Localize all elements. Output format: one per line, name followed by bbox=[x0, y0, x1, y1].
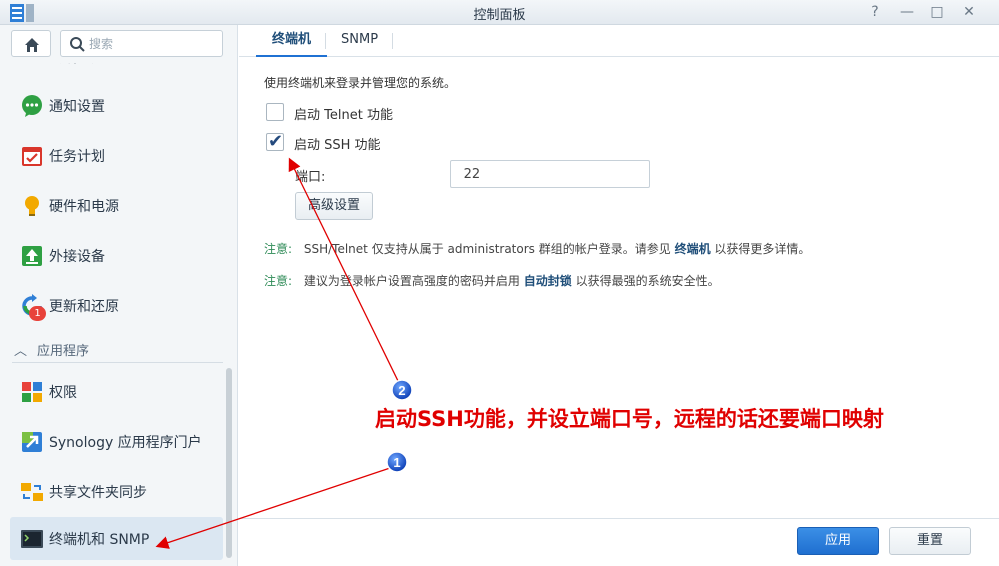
sidebar-item-app-portal[interactable]: Synology 应用程序门户 bbox=[10, 422, 223, 462]
close-button[interactable]: ✕ bbox=[960, 3, 978, 21]
note-text: 以获得更多详情。 bbox=[714, 242, 811, 256]
calendar-check-icon bbox=[22, 147, 42, 166]
sidebar-item-label: 任务计划 bbox=[49, 149, 105, 165]
home-icon bbox=[25, 38, 39, 52]
sidebar-item-terminal-snmp[interactable]: 终端机和 SNMP bbox=[10, 517, 223, 560]
section-divider bbox=[12, 362, 223, 363]
minimize-button[interactable]: — bbox=[898, 3, 916, 21]
chat-bubble-icon bbox=[22, 95, 42, 117]
sidebar-item-label: 更新和还原 bbox=[49, 299, 119, 315]
sidebar: 终端服务 通知设置 bbox=[0, 25, 238, 566]
search-icon bbox=[70, 37, 85, 52]
control-panel-window: 控制面板 ? — □ ✕ 终端服务 bbox=[0, 0, 999, 566]
sidebar-item-label: 外接设备 bbox=[49, 249, 105, 265]
section-title-label: 应用程序 bbox=[37, 344, 90, 359]
home-button-overlay[interactable] bbox=[11, 30, 51, 57]
help-button[interactable]: ? bbox=[866, 3, 884, 21]
maximize-button[interactable]: □ bbox=[928, 3, 946, 21]
sidebar-item-label: 通知设置 bbox=[49, 99, 105, 115]
tab-terminal[interactable]: 终端机 bbox=[256, 25, 328, 57]
telnet-label: 启动 Telnet 功能 bbox=[294, 108, 393, 123]
note-tag: 注意: bbox=[264, 274, 293, 288]
sidebar-item-label: 权限 bbox=[49, 385, 77, 401]
apply-button[interactable]: 应用 bbox=[797, 527, 879, 555]
sidebar-item-label: 共享文件夹同步 bbox=[49, 485, 147, 501]
sidebar-item-task-scheduler[interactable]: 任务计划 bbox=[10, 136, 223, 176]
window-title: 控制面板 bbox=[473, 8, 526, 23]
search-box-overlay[interactable] bbox=[60, 30, 223, 57]
chevron-up-icon: ︿ bbox=[14, 344, 28, 359]
sidebar-item-external-devices[interactable]: 外接设备 bbox=[10, 236, 223, 276]
annotation-caption: 启动SSH功能，并设立端口号，远程的话还要端口映射 bbox=[375, 407, 884, 431]
main-content: 终端机 SNMP 使用终端机来登录并管理您的系统。 启动 Telnet 功能 ✔… bbox=[239, 25, 999, 566]
update-count-badge: 1 bbox=[29, 306, 46, 321]
reset-button[interactable]: 重置 bbox=[889, 527, 971, 555]
sidebar-item-notification[interactable]: 通知设置 bbox=[10, 86, 223, 126]
terminal-help-link[interactable]: 终端机 bbox=[675, 242, 711, 256]
grid-icon bbox=[22, 382, 42, 402]
page-description: 使用终端机来登录并管理您的系统。 bbox=[264, 76, 457, 90]
ssh-label: 启动 SSH 功能 bbox=[294, 138, 381, 153]
note-security: 注意: 建议为登录帐户设置高强度的密码并启用 自动封锁 以获得最强的系统安全性。 bbox=[264, 272, 720, 289]
note-tag: 注意: bbox=[264, 242, 293, 256]
lightbulb-icon bbox=[25, 196, 39, 216]
title-bar: 控制面板 ? — □ ✕ bbox=[0, 0, 999, 25]
sidebar-item-label: 硬件和电源 bbox=[49, 199, 119, 215]
sidebar-scrollbar[interactable] bbox=[226, 368, 232, 558]
sidebar-item-shared-folder-sync[interactable]: 共享文件夹同步 bbox=[10, 472, 223, 512]
folder-sync-icon bbox=[21, 483, 43, 501]
footer-bar: 应用 重置 bbox=[239, 518, 999, 566]
sidebar-item-hardware-power[interactable]: 硬件和电源 bbox=[10, 186, 223, 226]
sidebar-item-permissions[interactable]: 权限 bbox=[10, 372, 223, 412]
terminal-icon bbox=[21, 530, 43, 548]
sidebar-section-applications[interactable]: ︿ 应用程序 bbox=[14, 340, 89, 359]
port-label: 端口: bbox=[295, 170, 326, 185]
search-input[interactable] bbox=[89, 35, 214, 53]
sidebar-item-label: Synology 应用程序门户 bbox=[49, 435, 202, 451]
tab-snmp[interactable]: SNMP bbox=[325, 25, 394, 57]
auto-block-link[interactable]: 自动封锁 bbox=[524, 274, 572, 288]
port-input[interactable] bbox=[450, 160, 650, 188]
checkmark-icon: ✔ bbox=[268, 131, 284, 152]
advanced-settings-button[interactable]: 高级设置 bbox=[295, 192, 373, 220]
sidebar-item-update-restore[interactable]: 1 更新和还原 bbox=[10, 286, 223, 326]
tab-bar: 终端机 SNMP bbox=[239, 25, 999, 57]
upload-arrow-icon bbox=[22, 246, 42, 266]
note-text: SSH/Telnet 仅支持从属于 administrators 群组的帐户登录… bbox=[303, 242, 671, 256]
portal-arrow-icon bbox=[22, 432, 42, 452]
telnet-checkbox[interactable] bbox=[266, 103, 284, 121]
note-ssh-admin: 注意: SSH/Telnet 仅支持从属于 administrators 群组的… bbox=[264, 240, 810, 257]
note-text: 建议为登录帐户设置高强度的密码并启用 bbox=[303, 274, 520, 288]
tab-separator bbox=[392, 33, 393, 49]
note-text: 以获得最强的系统安全性。 bbox=[575, 274, 720, 288]
ssh-checkbox[interactable]: ✔ bbox=[266, 131, 284, 152]
sidebar-item-label: 终端机和 SNMP bbox=[49, 532, 150, 548]
